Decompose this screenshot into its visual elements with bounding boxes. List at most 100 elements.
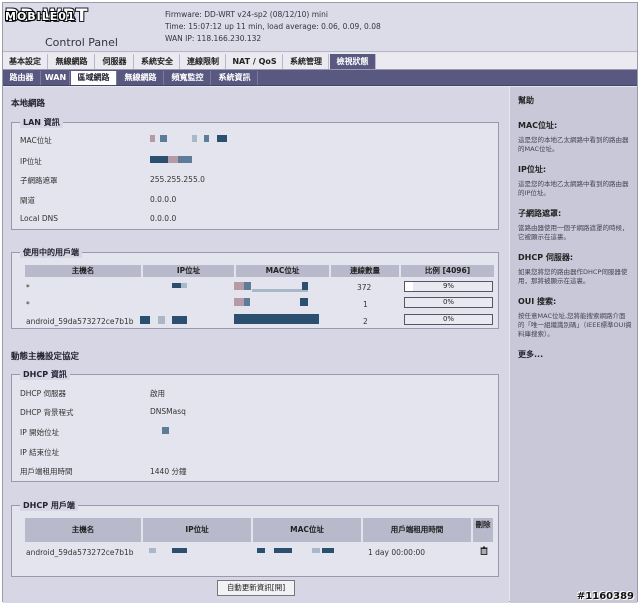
col-ip[interactable]: IP位址 [143,518,251,542]
main-content: 本地網路 LAN 資訊 MAC位址 IP位址 子網路遮罩 255.255.255… [3,87,509,603]
dhcp-daemon-value: DNSMasq [150,407,186,416]
redacted-mac [204,135,209,142]
redacted-ip [150,156,168,163]
menu-nat-qos[interactable]: NAT / QoS [227,54,283,69]
auto-refresh-button[interactable]: 自動更新資訊[開] [217,580,295,596]
col-ip[interactable]: IP位址 [143,265,234,277]
mac-label: MAC位址 [20,136,52,145]
menu-access-restrictions[interactable]: 連線限制 [181,54,226,69]
redacted-mac[interactable] [300,298,308,306]
redacted-mac[interactable] [234,314,319,324]
help-heading: 子網路遮罩: [518,209,562,218]
redacted-ip[interactable] [172,548,187,553]
tab-router[interactable]: 路由器 [3,71,41,85]
redacted-mac [150,135,155,142]
watermark: #1160389 [576,591,634,602]
col-ratio[interactable]: 比例 [4096] [401,265,494,277]
dhcp-client-host: android_59da573272ce7b1b [26,548,134,557]
col-mac[interactable]: MAC位址 [253,518,361,542]
ratio-bar: 0% [404,314,493,325]
redacted-mac[interactable] [244,282,251,290]
col-hostname[interactable]: 主機名 [25,518,141,542]
wan-ip-text: WAN IP: 118.166.230.132 [165,34,262,43]
redacted-mac [192,135,197,142]
help-more-link[interactable]: 更多... [518,349,632,360]
redacted-mac[interactable] [322,548,334,553]
client-conns: 2 [363,317,368,326]
tab-wan[interactable]: WAN [42,71,70,85]
lan-info-fieldset: LAN 資訊 MAC位址 IP位址 子網路遮罩 255.255.255.0 閘道… [11,117,499,230]
firmware-text: Firmware: DD-WRT v24-sp2 (08/12/10) mini [165,10,328,19]
col-hostname[interactable]: 主機名 [25,265,141,277]
redacted-mac[interactable] [252,289,308,292]
header: DD-WRT MOBILE01 Control Panel Firmware: … [3,3,637,52]
tab-sysinfo[interactable]: 系統資訊 [212,71,258,85]
active-clients-legend: 使用中的用戶端 [20,247,82,258]
help-text: 這是您的本地乙太網路中看到的路由器的IP位址。 [518,180,629,197]
tab-bandwidth[interactable]: 頻寬監控 [165,71,211,85]
sub-menu: 路由器 WAN 區域網路 無線網路 頻寬監控 系統資訊 [3,70,637,86]
menu-administration[interactable]: 系統管理 [284,54,329,69]
menu-security[interactable]: 系統安全 [135,54,180,69]
menu-wireless[interactable]: 無線網路 [49,54,95,69]
redacted-mac[interactable] [257,548,265,553]
ip-end-label: IP 結束位址 [20,448,60,457]
redacted-mac[interactable] [244,298,250,306]
ratio-text: 0% [442,315,455,323]
logo-subtitle: Control Panel [45,36,118,49]
lease-time-value: 1440 分鐘 [150,467,187,476]
trash-icon[interactable] [480,546,488,555]
gateway-label: 閘道 [20,196,35,205]
ratio-bar: 9% [404,281,493,292]
col-mac[interactable]: MAC位址 [236,265,329,277]
dhcp-info-fieldset: DHCP 資訊 DHCP 伺服器 啟用 DHCP 背景程式 DNSMasq IP… [11,369,499,482]
redacted-ip [162,427,169,434]
redacted-mac[interactable] [312,548,320,553]
lan-info-legend: LAN 資訊 [20,117,63,128]
dhcp-client-lease: 1 day 00:00:00 [368,548,426,557]
ip-start-label: IP 開始位址 [20,428,60,437]
main-menu: 基本設定 無線網路 伺服器 系統安全 連線限制 NAT / QoS 系統管理 檢… [3,53,637,70]
redacted-mac[interactable] [274,548,292,553]
help-text: 如果您將您的路由器作DHCP伺服器使用，那將被顯示在這裏。 [518,268,628,285]
help-heading: OUI 搜索: [518,297,557,306]
redacted-ip[interactable] [172,316,187,324]
active-clients-fieldset: 使用中的用戶端 主機名 IP位址 MAC位址 連線數量 比例 [4096] * … [11,247,499,329]
redacted-mac[interactable] [234,298,244,306]
col-connections[interactable]: 連線數量 [331,265,399,277]
brand-watermark-text: MOBILE01 [5,10,76,23]
col-lease[interactable]: 用戶端租用時間 [363,518,471,542]
redacted-ip[interactable] [172,283,181,288]
help-text: 這是您的本地乙太網路中看到的路由器的MAC位址。 [518,136,629,153]
tab-wireless[interactable]: 無線網路 [118,71,164,85]
menu-services[interactable]: 伺服器 [96,54,134,69]
menu-setup[interactable]: 基本設定 [3,54,48,69]
dhcp-info-legend: DHCP 資訊 [20,369,70,380]
redacted-mac[interactable] [302,282,308,290]
menu-status[interactable]: 檢視狀態 [330,54,376,69]
redacted-ip[interactable] [149,548,156,553]
client-conns: 372 [357,283,372,292]
lease-time-label: 用戶端租用時間 [20,467,73,476]
col-delete[interactable]: 刪除 [473,518,493,542]
help-title: 幫助 [518,96,534,105]
help-text: 當路由器使用一個子網路遮罩的時候，它被顯示在這裏。 [518,224,629,241]
dhcp-server-value: 啟用 [150,389,165,398]
tab-lan[interactable]: 區域網路 [71,71,117,85]
redacted-ip[interactable] [181,283,187,288]
client-conns: 1 [363,300,368,309]
redacted-mac [160,135,167,142]
dns-value: 0.0.0.0 [150,214,177,223]
mask-label: 子網路遮罩 [20,176,58,185]
uptime-text: Time: 15:07:12 up 11 min, load average: … [165,22,381,31]
redacted-ip[interactable] [158,316,165,324]
help-heading: DHCP 伺服器: [518,253,574,262]
redacted-ip[interactable] [140,316,150,324]
redacted-mac [217,135,227,142]
page-title: 本地網路 [11,99,46,109]
header-info: Firmware: DD-WRT v24-sp2 (08/12/10) mini… [165,9,381,45]
gateway-value: 0.0.0.0 [150,195,177,204]
ddwrt-logo: DD-WRT MOBILE01 Control Panel [5,6,157,50]
dhcp-clients-fieldset: DHCP 用戶端 主機名 IP位址 MAC位址 用戶端租用時間 刪除 andro… [11,500,499,577]
redacted-mac[interactable] [234,282,244,290]
